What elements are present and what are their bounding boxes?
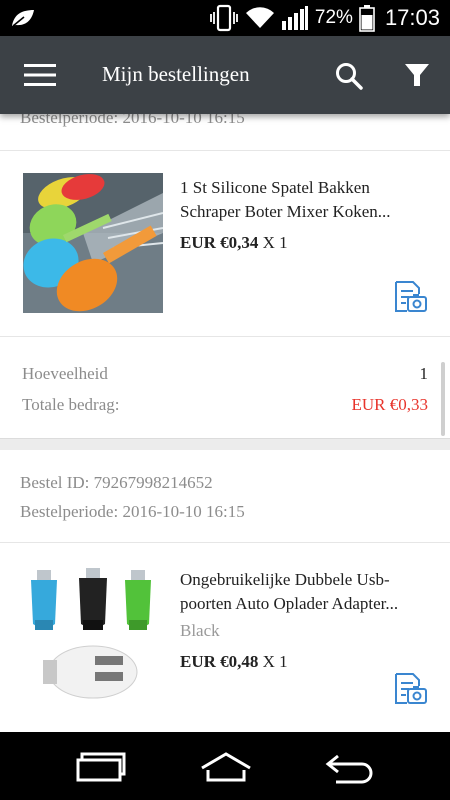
battery-icon [359, 5, 375, 32]
home-icon[interactable] [198, 750, 254, 784]
product-title[interactable]: Ongebruikelijke Dubbele Usb- poorten Aut… [180, 568, 430, 616]
total-value: EUR €0,33 [351, 395, 429, 414]
total-label: Totale bedrag: [22, 395, 120, 414]
product-title[interactable]: 1 St Silicone Spatel Bakken Schraper Bot… [180, 176, 430, 224]
order-id: Bestel ID: 79267998214652 [20, 473, 213, 492]
wifi-icon [245, 7, 274, 29]
filter-icon[interactable] [403, 61, 431, 89]
product-price: EUR €0,48 X 1 [180, 652, 288, 671]
quantity-label: Hoeveelheid [22, 364, 108, 383]
order-period: Bestelperiode: 2016-10-10 16:15 [20, 114, 245, 127]
back-icon[interactable] [322, 750, 378, 784]
app-bar: Mijn bestellingen [0, 36, 450, 114]
snapshot-icon[interactable] [393, 672, 427, 706]
scrollbar[interactable] [441, 362, 445, 436]
divider [0, 542, 450, 543]
vibrate-icon [210, 4, 238, 32]
snapshot-icon[interactable] [393, 280, 427, 314]
total-row: Totale bedrag: EUR €0,33 [22, 395, 428, 415]
product-price: EUR €0,34 X 1 [180, 233, 288, 252]
order-period: Bestelperiode: 2016-10-10 16:15 [20, 502, 245, 521]
recent-apps-icon[interactable] [74, 750, 130, 784]
orders-list: Bestelperiode: 2016-10-10 16:15 1 St Sil… [0, 114, 450, 732]
clock: 17:03 [384, 5, 440, 30]
quantity-value: 1 [419, 364, 429, 383]
status-bar: 72% 17:03 [0, 0, 450, 36]
divider [0, 150, 450, 151]
menu-icon[interactable] [24, 63, 56, 87]
leaf-notification-icon [12, 10, 34, 27]
product-variant: Black [180, 621, 220, 640]
battery-percent: 72% [314, 7, 353, 28]
product-image-usb-charger[interactable] [23, 564, 163, 704]
order-separator [0, 438, 450, 450]
product-image-spatula[interactable] [23, 173, 163, 313]
divider [0, 336, 450, 337]
system-nav-bar [0, 732, 450, 800]
search-icon[interactable] [334, 61, 364, 91]
signal-icon [281, 6, 308, 30]
quantity-row: Hoeveelheid 1 [22, 364, 428, 384]
page-title: Mijn bestellingen [102, 62, 250, 86]
